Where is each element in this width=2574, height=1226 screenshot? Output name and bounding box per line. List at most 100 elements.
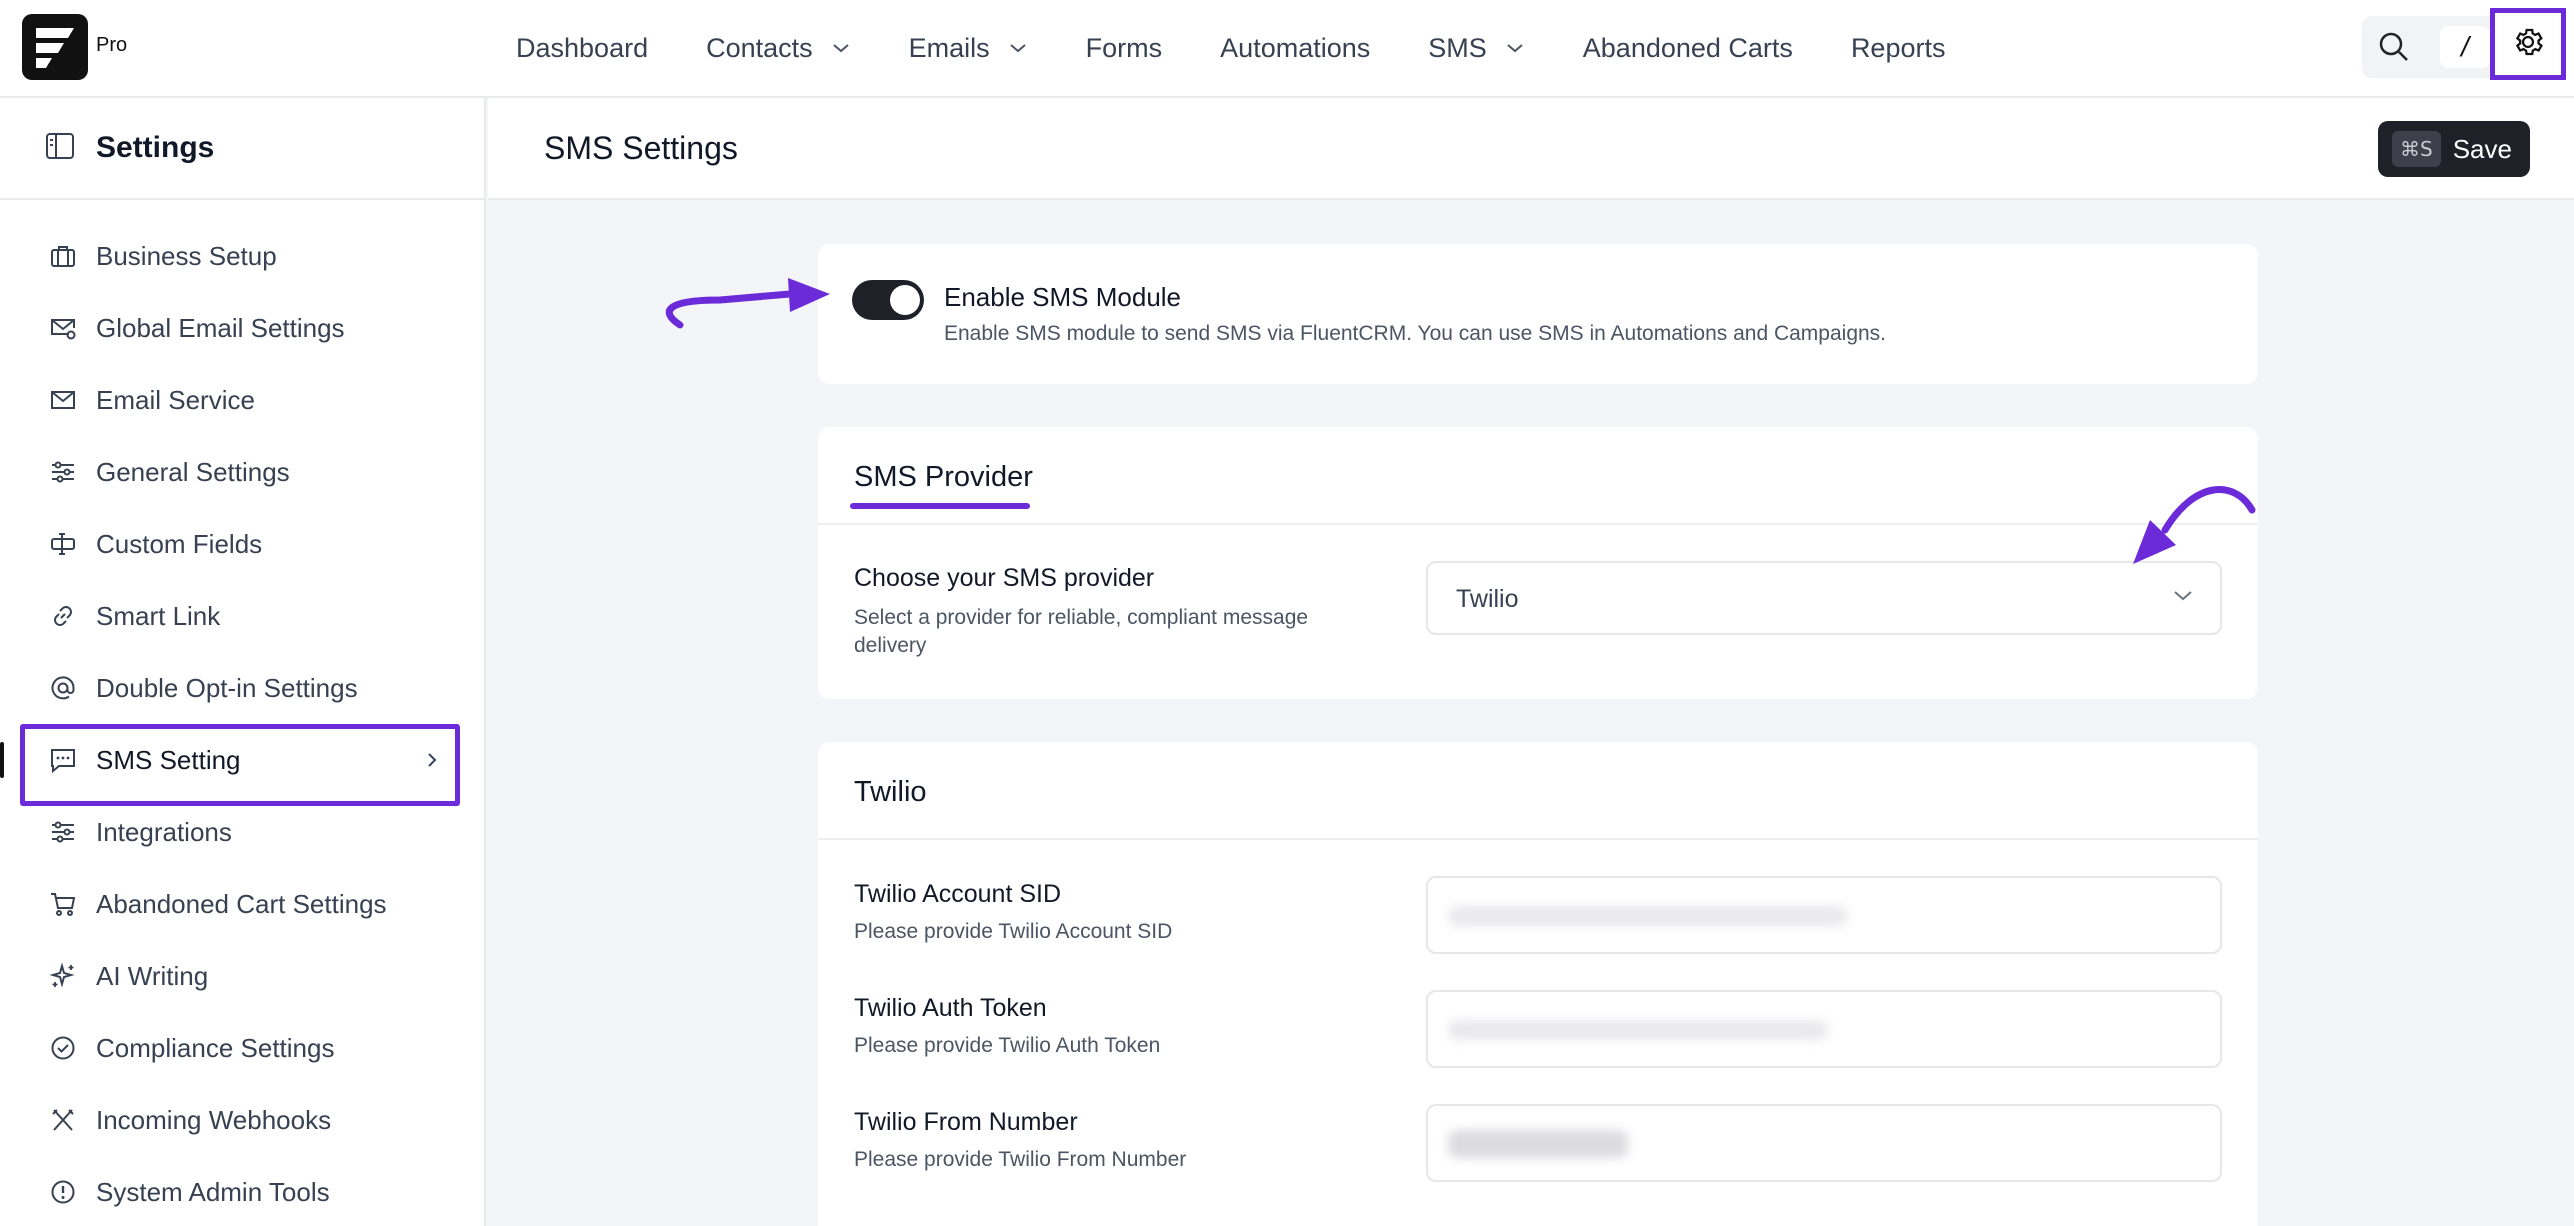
sidebar-item-label: Integrations <box>96 816 232 847</box>
chevron-down-icon <box>831 42 851 54</box>
save-shortcut: ⌘S <box>2392 131 2441 167</box>
link-icon <box>48 601 78 631</box>
provider-field-label: Choose your SMS provider <box>854 564 1155 592</box>
search-icon[interactable] <box>2376 29 2412 70</box>
toggle-knob <box>890 285 920 315</box>
nav-automations[interactable]: Automations <box>1220 33 1370 64</box>
sidebar-item-email-service[interactable]: Email Service <box>0 364 484 436</box>
nav-sms[interactable]: SMS <box>1428 33 1525 64</box>
sidebar-item-abandoned-cart-settings[interactable]: Abandoned Cart Settings <box>0 868 484 940</box>
save-button[interactable]: ⌘S Save <box>2378 121 2530 177</box>
chevron-down-icon <box>2172 589 2194 608</box>
provider-section-title: SMS Provider <box>854 461 1033 493</box>
sidebar-item-double-opt-in[interactable]: Double Opt-in Settings <box>0 652 484 724</box>
check-circle-icon <box>48 1033 78 1063</box>
nav-label: Emails <box>908 32 990 63</box>
sidebar-item-ai-writing[interactable]: AI Writing <box>0 940 484 1012</box>
sms-provider-card: SMS Provider Choose your SMS provider Se… <box>818 427 2258 699</box>
sidebar-item-incoming-webhooks[interactable]: Incoming Webhooks <box>0 1084 484 1156</box>
auth-token-label: Twilio Auth Token <box>854 994 1047 1022</box>
mail-icon <box>48 385 78 415</box>
mail-gear-icon <box>48 313 78 343</box>
sidebar-item-label: System Admin Tools <box>96 1176 330 1207</box>
chevron-right-icon <box>424 746 440 781</box>
sidebar-item-sms-setting[interactable]: SMS Setting <box>0 724 484 806</box>
sliders-icon <box>48 817 78 847</box>
twilio-card: Twilio Twilio Account SID Please provide… <box>818 742 2258 1226</box>
text-cursor-icon <box>48 529 78 559</box>
search-shortcut-key[interactable]: / <box>2440 26 2490 68</box>
sidebar-item-integrations[interactable]: Integrations <box>0 796 484 868</box>
nav-reports[interactable]: Reports <box>1851 33 1946 64</box>
twilio-section-title: Twilio <box>854 776 927 808</box>
enable-sms-description: Enable SMS module to send SMS via Fluent… <box>944 322 1887 345</box>
annotation-arrow-toggle <box>665 290 794 329</box>
nav-label: Automations <box>1220 32 1371 63</box>
sms-provider-select[interactable]: Twilio <box>1426 561 2222 635</box>
nav-label: Abandoned Carts <box>1582 32 1793 63</box>
divider <box>818 523 2258 525</box>
sidebar-header: Settings <box>0 98 484 200</box>
pro-badge: Pro <box>96 34 128 56</box>
at-icon <box>48 673 78 703</box>
nav-emails[interactable]: Emails <box>909 33 1028 64</box>
sidebar-item-label: Business Setup <box>96 240 277 271</box>
auth-token-input[interactable] <box>1426 990 2222 1068</box>
sidebar-item-label: Smart Link <box>96 600 221 631</box>
sidebar-item-label: Double Opt-in Settings <box>96 672 358 703</box>
sidebar-item-custom-fields[interactable]: Custom Fields <box>0 508 484 580</box>
masked-value <box>1448 1130 1628 1158</box>
masked-value <box>1448 1020 1828 1040</box>
message-icon <box>48 745 78 775</box>
sidebar-item-business-setup[interactable]: Business Setup <box>0 220 484 292</box>
alert-circle-icon <box>48 1177 78 1207</box>
from-number-input[interactable] <box>1426 1104 2222 1182</box>
main-header: SMS Settings ⌘S Save <box>488 98 2574 200</box>
sidebar-item-label: Compliance Settings <box>96 1032 335 1063</box>
sidebar-item-label: General Settings <box>96 456 290 487</box>
sidebar-item-smart-link[interactable]: Smart Link <box>0 580 484 652</box>
selected-provider: Twilio <box>1456 585 1519 613</box>
account-sid-label: Twilio Account SID <box>854 880 1062 908</box>
briefcase-icon <box>48 241 78 271</box>
from-number-label: Twilio From Number <box>854 1108 1078 1136</box>
fluentcrm-logo[interactable] <box>22 14 88 80</box>
webhook-icon <box>48 1105 78 1135</box>
sidebar-item-general-settings[interactable]: General Settings <box>0 436 484 508</box>
enable-sms-card: Enable SMS Module Enable SMS module to s… <box>818 244 2258 384</box>
save-label: Save <box>2452 133 2512 164</box>
chevron-down-icon <box>1505 42 1525 54</box>
cart-icon <box>48 889 78 919</box>
nav-abandoned-carts[interactable]: Abandoned Carts <box>1583 33 1793 64</box>
sidebar-item-system-admin-tools[interactable]: System Admin Tools <box>0 1156 484 1226</box>
account-sid-input[interactable] <box>1426 876 2222 954</box>
nav-label: SMS <box>1428 32 1487 63</box>
nav-contacts[interactable]: Contacts <box>706 33 851 64</box>
enable-sms-toggle[interactable] <box>852 280 924 320</box>
sidebar-item-label: Email Service <box>96 384 255 415</box>
sidebar-item-label: Incoming Webhooks <box>96 1104 332 1135</box>
gear-icon <box>2511 25 2545 64</box>
sliders-icon <box>48 457 78 487</box>
masked-value <box>1448 906 1848 926</box>
sidebar-item-label: Custom Fields <box>96 528 263 559</box>
sidebar-item-label: Abandoned Cart Settings <box>96 888 387 919</box>
settings-button[interactable] <box>2490 8 2566 80</box>
top-bar: Pro Dashboard Contacts Emails Forms Auto… <box>0 0 2574 98</box>
nav-forms[interactable]: Forms <box>1086 33 1163 64</box>
nav-dashboard[interactable]: Dashboard <box>516 33 648 64</box>
page-title: SMS Settings <box>544 130 738 166</box>
sidebar-item-label: AI Writing <box>96 960 209 991</box>
sidebar-item-compliance-settings[interactable]: Compliance Settings <box>0 1012 484 1084</box>
sidebar-toggle-icon[interactable] <box>44 130 76 167</box>
divider <box>818 838 2258 840</box>
sidebar-item-global-email-settings[interactable]: Global Email Settings <box>0 292 484 364</box>
enable-sms-label: Enable SMS Module <box>944 282 1182 312</box>
auth-token-description: Please provide Twilio Auth Token <box>854 1034 1161 1057</box>
search-tools: / <box>2362 16 2508 78</box>
main-nav: Dashboard Contacts Emails Forms Automati… <box>516 0 2003 96</box>
account-sid-description: Please provide Twilio Account SID <box>854 920 1173 943</box>
sidebar-item-label: Global Email Settings <box>96 312 345 343</box>
settings-sidebar: Settings Business Setup Global Email Set… <box>0 98 486 1226</box>
provider-field-description: Select a provider for reliable, complian… <box>854 606 1309 657</box>
